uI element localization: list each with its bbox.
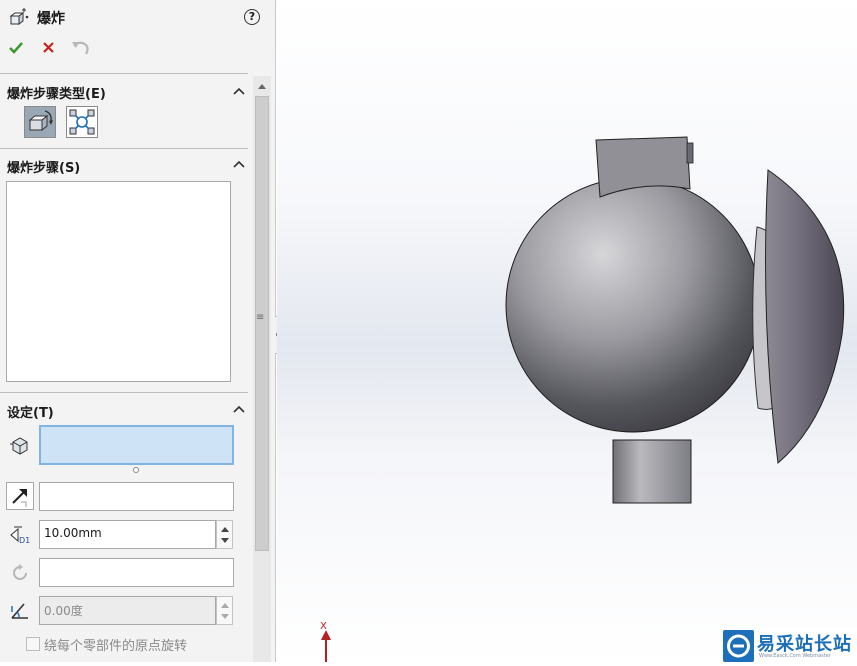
spin-up-icon[interactable]	[221, 603, 229, 608]
divider	[0, 73, 248, 74]
checkmark-icon[interactable]	[8, 40, 24, 56]
angle-input[interactable]: 0.00度	[39, 596, 216, 625]
explode-direction-button[interactable]	[6, 482, 34, 510]
distance-icon: D1	[10, 526, 30, 545]
help-button[interactable]: ?	[244, 9, 260, 25]
panel-header: 爆炸 ?	[0, 0, 276, 72]
spin-up-icon[interactable]	[221, 527, 229, 532]
explode-icon	[9, 8, 29, 25]
rotate-icon	[13, 564, 27, 580]
chevron-up-icon[interactable]	[233, 159, 245, 169]
section-title-step-type: 爆炸步骤类型(E)	[7, 87, 106, 102]
spin-down-icon[interactable]	[221, 614, 229, 619]
rotate-about-origin-checkbox[interactable]	[26, 637, 40, 651]
regular-step-button[interactable]	[24, 106, 56, 138]
resize-grip-icon[interactable]	[133, 467, 139, 473]
watermark: 易采站长站 Www.Easck.Com Webmaster	[723, 630, 857, 662]
watermark-subtext: Www.Easck.Com Webmaster	[759, 653, 831, 659]
chevron-up-icon[interactable]	[233, 86, 245, 96]
chevron-up-icon[interactable]	[233, 404, 245, 414]
angle-spinner[interactable]	[216, 596, 233, 625]
splitter-grip-icon[interactable]: ≡	[256, 313, 266, 328]
graphics-viewport[interactable]	[277, 0, 857, 662]
divider	[0, 148, 248, 149]
panel-title: 爆炸	[37, 11, 65, 27]
divider	[0, 392, 248, 393]
rotation-axis-field[interactable]	[39, 558, 234, 587]
angle-icon	[11, 603, 28, 619]
model-sphere-assembly[interactable]	[277, 0, 857, 662]
components-selection-box[interactable]	[39, 425, 234, 465]
x-icon[interactable]	[41, 40, 57, 56]
component-icon	[10, 437, 28, 455]
spin-down-icon[interactable]	[221, 538, 229, 543]
translate-rotate-icon	[28, 110, 53, 132]
panel-scrollbar[interactable]	[253, 76, 271, 662]
explode-direction-field[interactable]	[39, 482, 234, 511]
explode-steps-list[interactable]	[6, 181, 231, 382]
section-title-settings: 设定(T)	[7, 406, 54, 421]
distance-spinner[interactable]	[216, 520, 233, 549]
radial-step-button[interactable]	[66, 106, 98, 138]
explode-property-manager: 爆炸 ? 爆炸步骤类型(E) 爆炸步骤(S) 设定(T) D1 10.00mm …	[0, 0, 276, 662]
section-title-steps: 爆炸步骤(S)	[7, 161, 81, 176]
undo-arrow-icon[interactable]	[70, 38, 92, 58]
direction-arrow-icon	[12, 489, 27, 507]
svg-text:D1: D1	[19, 536, 30, 545]
radial-explode-icon	[69, 109, 95, 135]
rotate-about-origin-label: 绕每个零部件的原点旋转	[44, 639, 188, 654]
distance-input[interactable]: 10.00mm	[39, 520, 216, 549]
watermark-logo-icon	[723, 630, 754, 662]
triad-axis-label: X	[320, 621, 327, 632]
scroll-up-icon[interactable]	[258, 84, 266, 89]
